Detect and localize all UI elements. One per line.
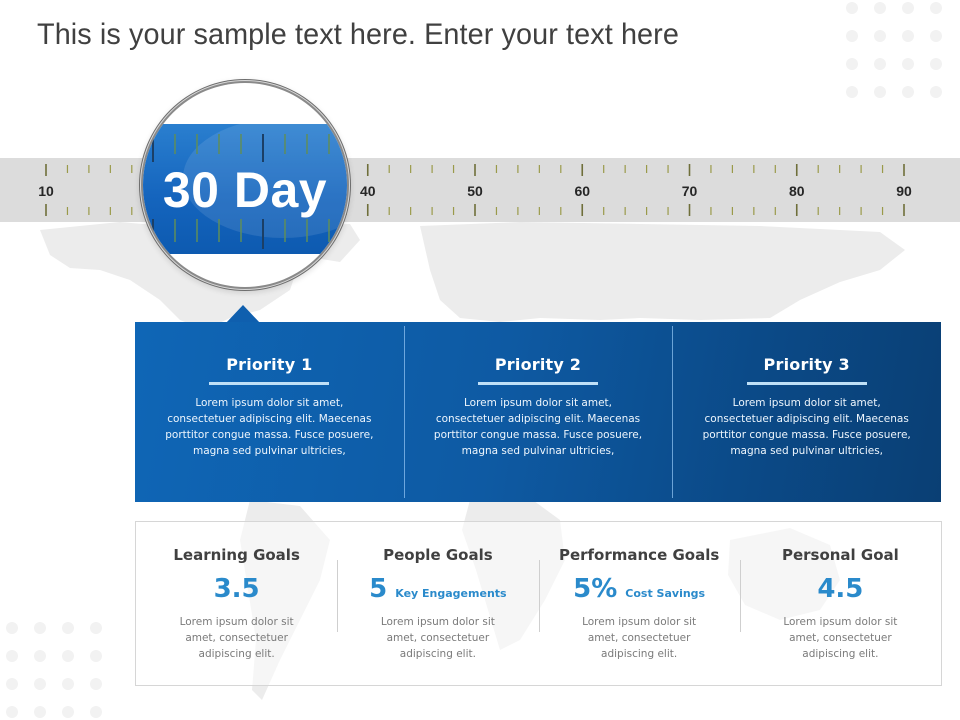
goal-people[interactable]: People Goals 5 Key Engagements Lorem ips… (337, 522, 538, 685)
ruler-label: 10 (38, 183, 54, 199)
ruler-label: 50 (467, 183, 483, 199)
goal-title: People Goals (383, 546, 493, 564)
dot-grid-top-right (846, 0, 960, 100)
goal-performance[interactable]: Performance Goals 5% Cost Savings Lorem … (538, 522, 740, 685)
goal-value: 3.5 (213, 574, 260, 604)
priority-body: Lorem ipsum dolor sit amet, consectetuer… (702, 397, 911, 457)
goal-body: Lorem ipsum dolor sit amet, consectetuer… (380, 616, 495, 660)
dot-grid-bottom-left (6, 620, 106, 720)
priority-underline (209, 382, 330, 385)
priority-title: Priority 1 (226, 355, 313, 374)
priority-card-3[interactable]: Priority 3 Lorem ipsum dolor sit amet, c… (672, 322, 941, 502)
goal-title: Personal Goal (781, 546, 899, 564)
goal-body: Lorem ipsum dolor sit amet, consectetuer… (783, 616, 898, 660)
priority-card-2[interactable]: Priority 2 Lorem ipsum dolor sit amet, c… (403, 322, 673, 502)
ruler-label: 70 (681, 183, 698, 199)
goal-body: Lorem ipsum dolor sit amet, consectetuer… (582, 616, 697, 660)
ruler-label: 90 (896, 183, 912, 199)
goal-body: Lorem ipsum dolor sit amet, consectetuer… (179, 616, 294, 660)
priority-card-1[interactable]: Priority 1 Lorem ipsum dolor sit amet, c… (135, 322, 404, 502)
goal-metric: 3.5 (136, 574, 337, 606)
priority-underline (478, 382, 598, 385)
priority-title: Priority 2 (494, 355, 582, 374)
goal-learning[interactable]: Learning Goals 3.5 Lorem ipsum dolor sit… (136, 522, 337, 685)
goals-panel: Learning Goals 3.5 Lorem ipsum dolor sit… (135, 521, 942, 686)
goal-unit: Key Engagements (395, 587, 507, 600)
goal-value: 5% (573, 574, 618, 604)
goal-metric: 4.5 (740, 574, 941, 606)
priority-underline (746, 382, 867, 385)
goal-title: Performance Goals (558, 546, 720, 564)
ruler-label: 80 (788, 183, 805, 199)
goal-value: 5 (369, 574, 388, 604)
priority-body: Lorem ipsum dolor sit amet, consectetuer… (433, 397, 643, 457)
ruler-label: 40 (359, 183, 376, 199)
goal-unit: Cost Savings (625, 587, 706, 600)
priorities-panel: Priority 1 Lorem ipsum dolor sit amet, c… (135, 322, 941, 502)
slide-title[interactable]: This is your sample text here. Enter you… (37, 18, 679, 52)
goal-title: Learning Goals (173, 546, 300, 564)
priority-title: Priority 3 (763, 355, 850, 374)
magnifier-lens: 30 Day (143, 83, 347, 287)
magnifier-label: 30 Day (162, 162, 328, 218)
goal-value: 4.5 (817, 574, 864, 604)
goal-metric: 5 Key Engagements (337, 574, 538, 606)
goal-personal[interactable]: Personal Goal 4.5 Lorem ipsum dolor sit … (739, 522, 941, 685)
pointer-arrow (226, 305, 260, 323)
ruler-label: 60 (574, 183, 591, 199)
goal-metric: 5% Cost Savings (539, 574, 740, 606)
priority-body: Lorem ipsum dolor sit amet, consectetuer… (165, 397, 374, 457)
